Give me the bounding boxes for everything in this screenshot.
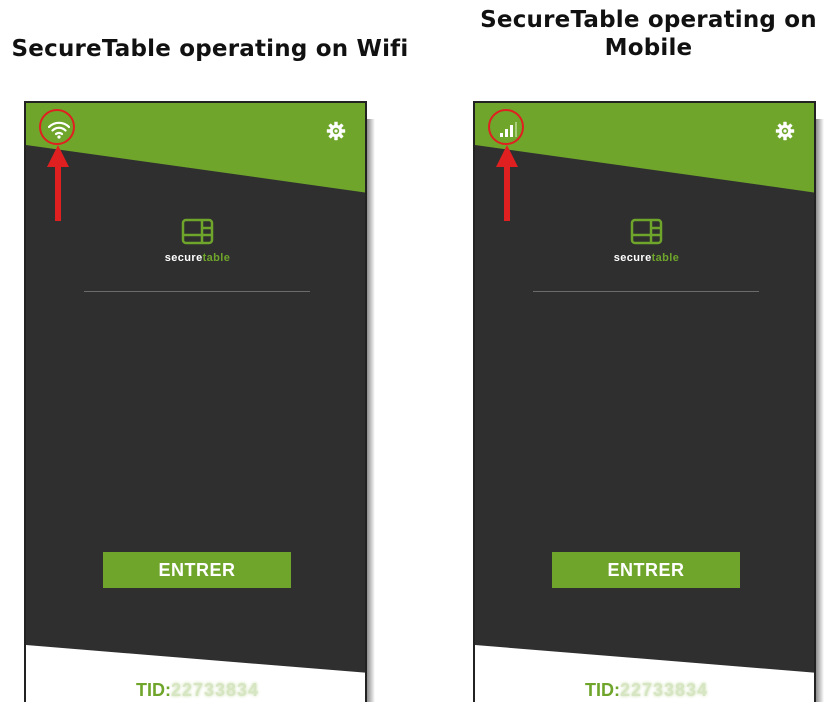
securetable-logo-icon [181, 218, 213, 245]
panel-title-mobile: SecureTable operating on Mobile [480, 7, 817, 61]
phone-shadow [367, 119, 375, 702]
divider [84, 291, 310, 292]
enter-button[interactable]: ENTRER [103, 552, 291, 588]
header-band [26, 103, 365, 193]
securetable-logo-icon [630, 218, 662, 245]
header-band [475, 103, 814, 193]
app-screen: securetable ENTRER TID:22733834 [24, 101, 367, 702]
securetable-logo: securetable [475, 218, 814, 264]
annotation-circle [39, 109, 75, 145]
terminal-id: TID:22733834 [26, 679, 365, 701]
app-screen: securetable ENTRER TID:22733834 [473, 101, 816, 702]
logo-wordmark: securetable [164, 252, 231, 264]
panel-title-wifi: SecureTable operating on Wifi [11, 36, 409, 62]
phone-shadow [816, 119, 824, 702]
settings-gear-icon[interactable] [774, 120, 796, 142]
divider [533, 291, 759, 292]
phone-screen-mobile: securetable ENTRER TID:22733834 [473, 101, 824, 702]
terminal-id: TID:22733834 [475, 679, 814, 701]
settings-gear-icon[interactable] [325, 120, 347, 142]
tid-label: TID: [584, 680, 620, 700]
tid-label: TID: [135, 680, 171, 700]
annotation-circle [488, 109, 524, 145]
phone-screen-wifi: securetable ENTRER TID:22733834 [24, 101, 375, 702]
logo-wordmark: securetable [613, 252, 680, 264]
annotation-arrow-icon [496, 145, 518, 221]
annotation-arrow-icon [47, 145, 69, 221]
securetable-logo: securetable [26, 218, 365, 264]
tid-value: 22733834 [170, 680, 260, 700]
tid-value: 22733834 [619, 680, 709, 700]
enter-button[interactable]: ENTRER [552, 552, 740, 588]
